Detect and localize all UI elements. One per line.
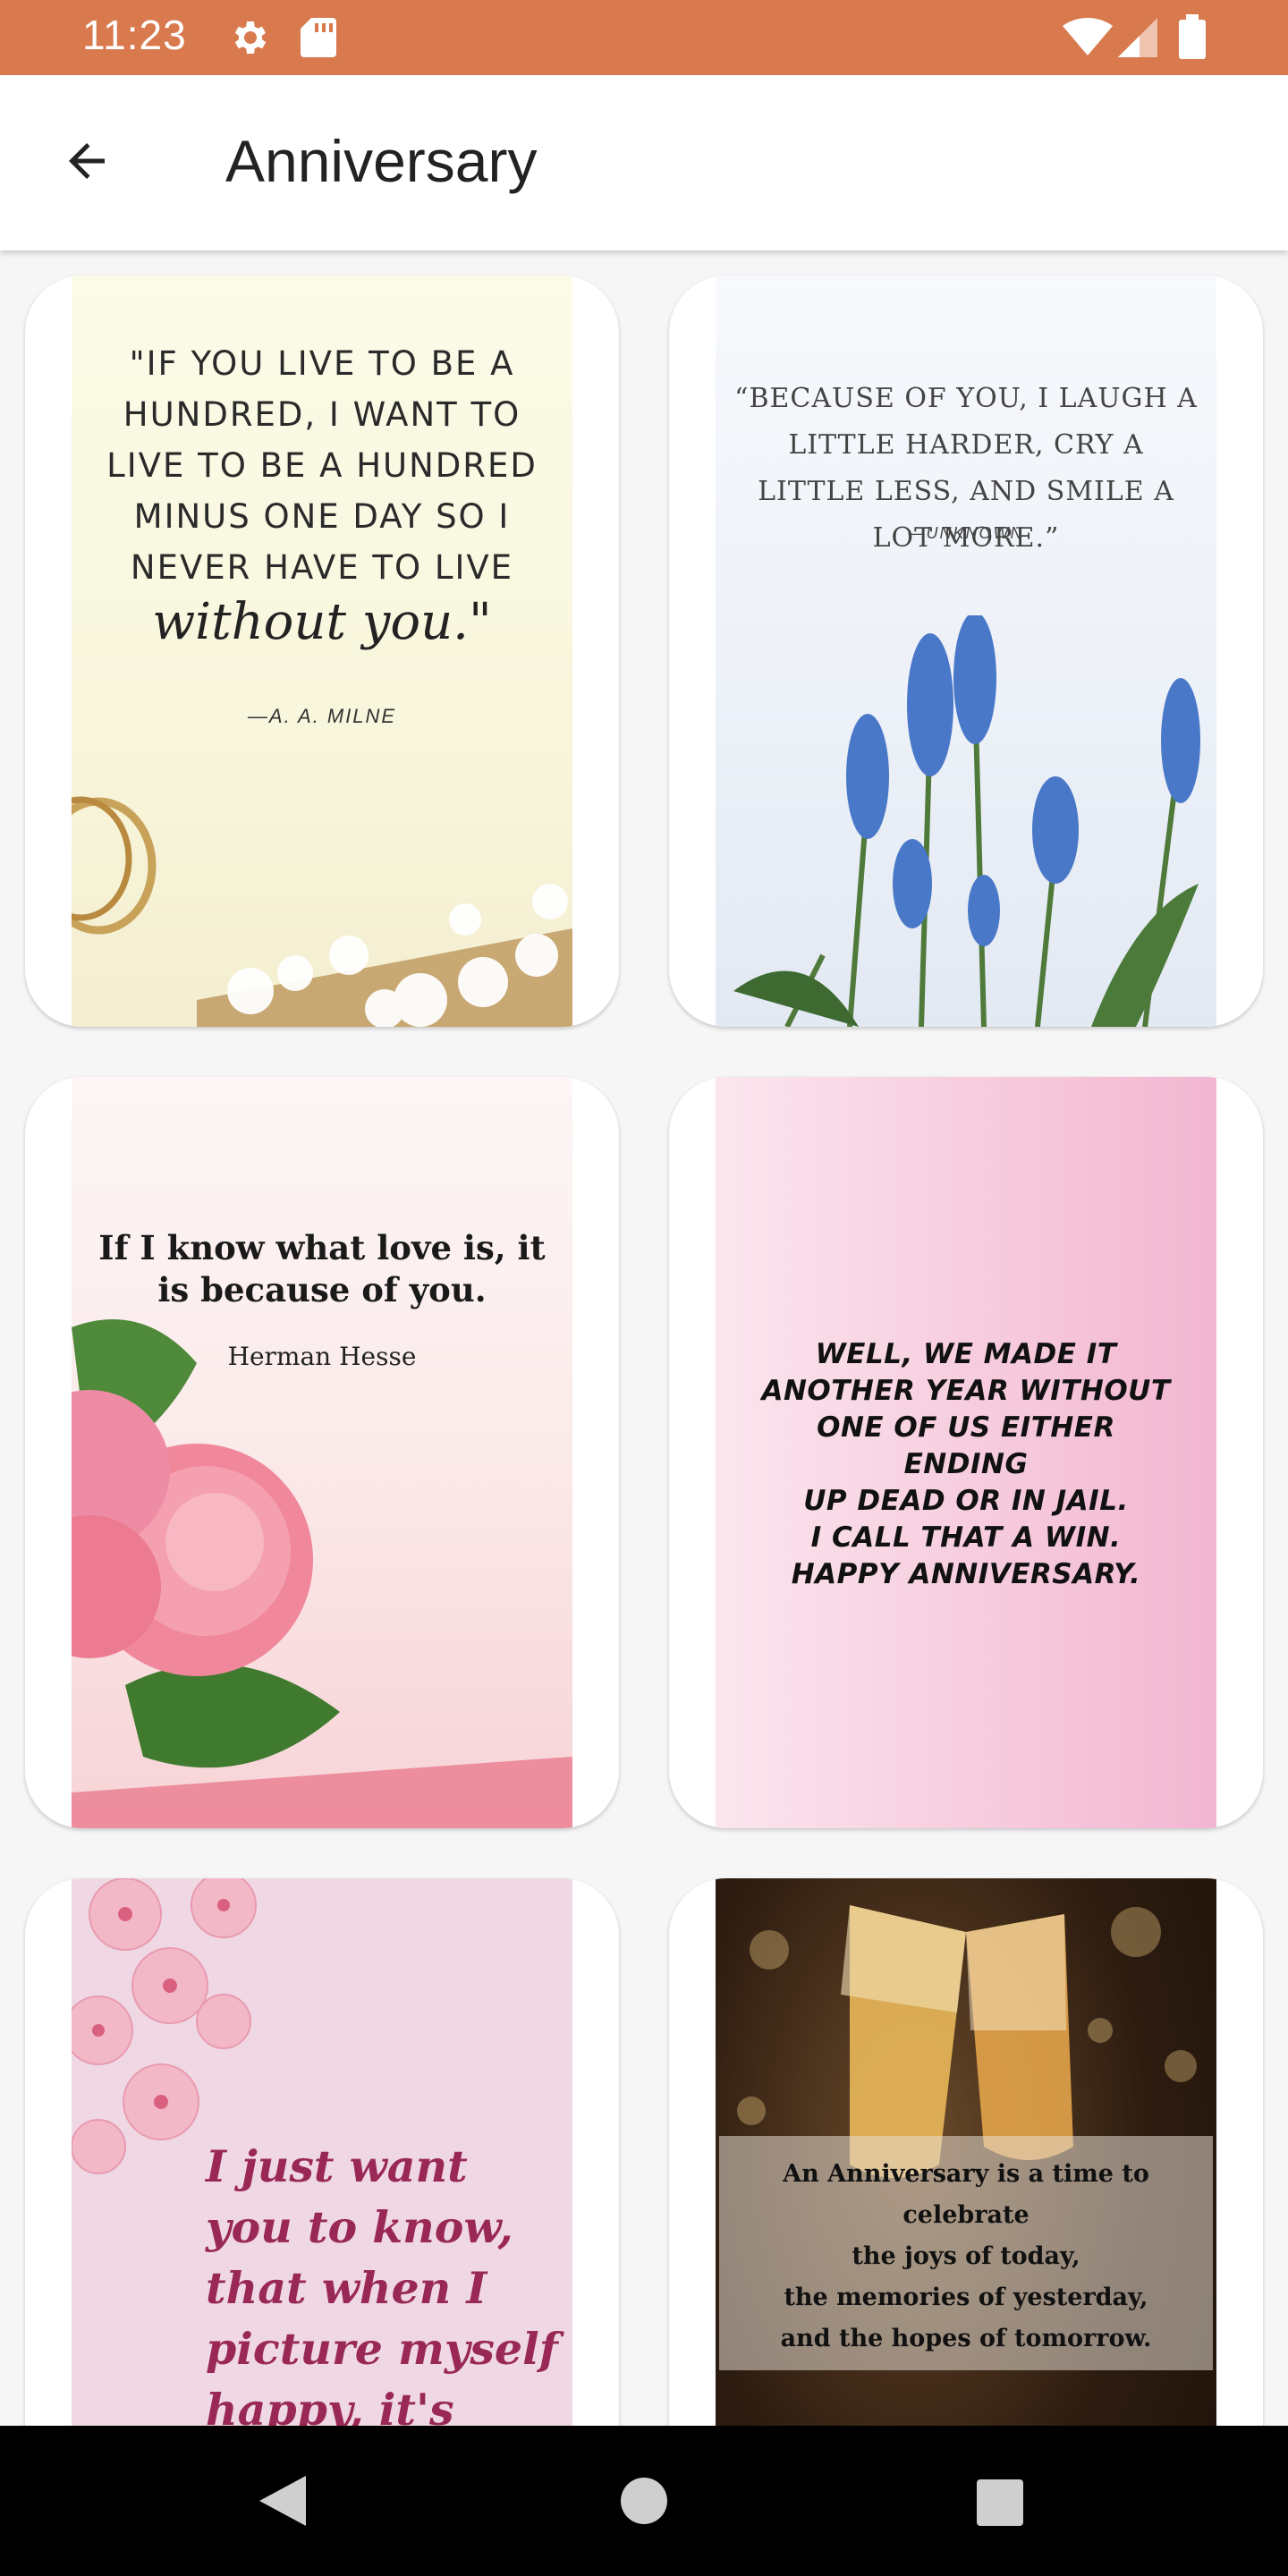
arrow-left-icon bbox=[60, 134, 114, 192]
quote-card-milne[interactable]: "IF YOU LIVE TO BE A HUNDRED, I WANT TO … bbox=[25, 275, 619, 1027]
grape-hyacinth-image bbox=[733, 615, 1200, 1027]
quote-grid: "IF YOU LIVE TO BE A HUNDRED, I WANT TO … bbox=[0, 250, 1288, 2426]
quote-card-funny[interactable]: WELL, WE MADE IT ANOTHER YEAR WITHOUT ON… bbox=[669, 1077, 1263, 1828]
quote-author: —UNKNOWN bbox=[908, 524, 1024, 542]
gear-icon bbox=[227, 16, 270, 64]
quote-card-happy[interactable]: I just want you to know, that when I pic… bbox=[25, 1878, 619, 2426]
battery-icon bbox=[1179, 14, 1206, 64]
wifi-icon bbox=[1063, 18, 1113, 62]
back-button[interactable] bbox=[47, 127, 127, 199]
page-title: Anniversary bbox=[225, 128, 538, 194]
flowers-image bbox=[197, 884, 572, 1027]
home-circle-icon[interactable] bbox=[621, 2478, 667, 2529]
quote-image: An Anniversary is a time to celebrate th… bbox=[716, 1878, 1216, 2426]
quote-card-champagne[interactable]: An Anniversary is a time to celebrate th… bbox=[669, 1878, 1263, 2426]
quote-image: WELL, WE MADE IT ANOTHER YEAR WITHOUT ON… bbox=[716, 1077, 1216, 1828]
wedding-rings-image bbox=[72, 796, 157, 935]
sd-card-icon bbox=[299, 16, 338, 64]
status-bar: 11:23 bbox=[0, 0, 1288, 75]
quote-card-unknown[interactable]: “BECAUSE OF YOU, I LAUGH A LITTLE HARDER… bbox=[669, 275, 1263, 1027]
quote-author: —A. A. MILNE bbox=[247, 705, 397, 727]
quote-script-text: without you." bbox=[152, 593, 492, 651]
signal-icon bbox=[1118, 18, 1157, 62]
recents-square-icon[interactable] bbox=[977, 2479, 1023, 2530]
status-time: 11:23 bbox=[82, 12, 187, 58]
quote-text: "IF YOU LIVE TO BE A HUNDRED, I WANT TO … bbox=[106, 344, 538, 587]
quote-image: If I know what love is, it is because of… bbox=[72, 1077, 572, 1828]
quote-text: WELL, WE MADE IT ANOTHER YEAR WITHOUT ON… bbox=[761, 1338, 1171, 1590]
quote-text: An Anniversary is a time to celebrate th… bbox=[780, 2160, 1152, 2352]
pink-rose-image bbox=[72, 1319, 572, 1828]
quote-image: “BECAUSE OF YOU, I LAUGH A LITTLE HARDER… bbox=[716, 275, 1216, 1027]
app-bar: Anniversary bbox=[0, 75, 1288, 250]
quote-image: I just want you to know, that when I pic… bbox=[72, 1878, 572, 2426]
quote-text: I just want you to know, that when I pic… bbox=[206, 2140, 558, 2426]
back-triangle-icon[interactable] bbox=[259, 2476, 309, 2530]
quote-card-hesse[interactable]: If I know what love is, it is because of… bbox=[25, 1077, 619, 1828]
navigation-bar bbox=[0, 2426, 1288, 2576]
quote-image: "IF YOU LIVE TO BE A HUNDRED, I WANT TO … bbox=[72, 275, 572, 1027]
